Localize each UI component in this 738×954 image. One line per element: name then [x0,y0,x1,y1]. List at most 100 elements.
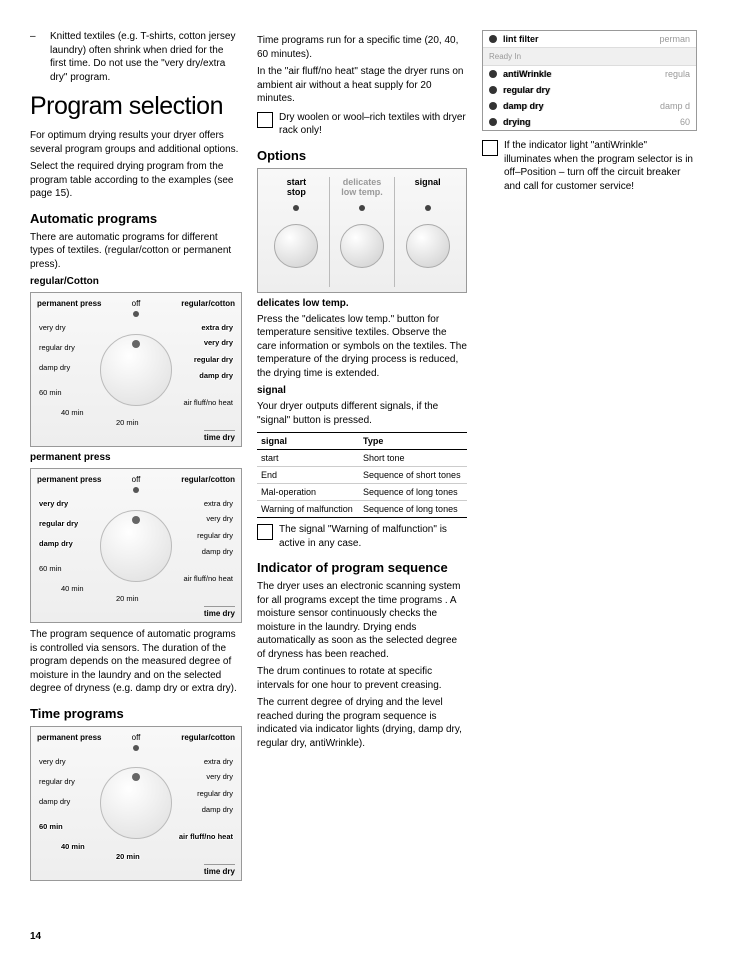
signal-control: signal [395,177,460,268]
start-stop-control: start stop [264,177,329,268]
lbl3-60: 60 min [39,822,63,831]
dial-indicator-dot [133,311,139,317]
dial-permanent-press: permanent press off regular/cotton very … [30,468,242,623]
dial-off-label2: off [132,475,141,484]
damp-label: damp d [660,101,690,111]
lbl3-airfluff: air fluff/no heat [179,832,233,841]
regula-label: regula [665,69,690,79]
led-dot-icon2 [489,70,497,78]
lbl-regulardry-l: regular dry [39,343,75,352]
indicator-p3: The current degree of drying and the lev… [257,696,467,750]
intro-p2: Select the required drying program from … [30,160,242,201]
lbl-40: 40 min [61,408,84,417]
start-label: start [287,177,307,187]
lbl3-regulardry-r: regular dry [197,789,233,798]
drying-label: drying [503,117,531,127]
time-p2: In the "air fluff/no heat" stage the dry… [257,65,467,106]
lint-filter-label: lint filter [503,34,539,44]
lbl-airfluff: air fluff/no heat [184,398,233,407]
dial-perm-label: permanent press [37,299,101,308]
lowtemp-label: low temp. [341,187,383,197]
dial-regular-cotton: permanent press off regular/cotton very … [30,292,242,447]
lbl-20: 20 min [116,418,139,427]
time-heading: Time programs [30,706,242,721]
dial-knob3 [100,767,172,839]
dial-off-label: off [132,299,141,308]
lbl2-airfluff: air fluff/no heat [184,574,233,583]
delicates-control: delicates low temp. [330,177,395,268]
lbl2-regulardry-r: regular dry [197,531,233,540]
dial-knob [100,334,172,406]
antiwrinkle-label: antiWrinkle [503,69,551,79]
dial-indicator-dot2 [133,487,139,493]
lbl-extradry-r: extra dry [201,323,233,332]
lbl2-regulardry-l: regular dry [39,519,78,528]
lbl3-verydry-l: very dry [39,757,66,766]
lbl3-extradry-r: extra dry [204,757,233,766]
time-p1: Time programs run for a specific time (2… [257,34,467,61]
intro-p1: For optimum drying results your dryer of… [30,129,242,156]
dial-perm-label2: permanent press [37,475,101,484]
led-icon3 [425,205,431,211]
antiwrinkle-note-text: If the indicator light "antiWrinkle" ill… [504,139,697,193]
lbl-60: 60 min [39,388,62,397]
indicator-panel: lint filter perman Ready In antiWrinkle … [482,30,697,131]
lbl3-regulardry-l: regular dry [39,777,75,786]
led-dot-icon4 [489,102,497,110]
lbl2-dampdry-l: damp dry [39,539,73,548]
signal-heading: signal [257,385,467,396]
perm-label: perman [659,34,690,44]
signal-text: Your dryer outputs different signals, if… [257,400,467,427]
lbl2-extradry-r: extra dry [204,499,233,508]
dial-off-label3: off [132,733,141,742]
dryer-rack-text: Dry woolen or wool–rich textiles with dr… [279,111,467,138]
dryer-rack-note: Dry woolen or wool–rich textiles with dr… [257,111,467,138]
th-type: Type [359,433,467,450]
antiwrinkle-note: If the indicator light "antiWrinkle" ill… [482,139,697,193]
indicator-heading: Indicator of program sequence [257,560,467,575]
timedry-label: time dry [204,430,235,442]
lbl-verydry-r: very dry [204,338,233,347]
signal-note-text: The signal "Warning of malfunction" is a… [279,523,467,550]
signal-table: signalType startShort tone EndSequence o… [257,432,467,518]
auto-after-text: The program sequence of automatic progra… [30,628,242,696]
checkbox-icon [257,112,273,128]
signal-label: signal [415,177,441,187]
table-row: startShort tone [257,450,467,467]
lbl-verydry-l: very dry [39,323,66,332]
led-icon [293,205,299,211]
start-stop-knob [274,224,318,268]
lbl2-verydry-r: very dry [206,514,233,523]
table-row: Warning of malfunctionSequence of long t… [257,501,467,518]
dash-icon: – [30,30,50,84]
delicates-text: Press the "delicates low temp." button f… [257,313,467,381]
led-dot-icon [489,35,497,43]
lbl3-20: 20 min [116,852,140,861]
lbl2-40: 40 min [61,584,84,593]
intro-bullet-text: Knitted textiles (e.g. T-shirts, cotton … [50,30,242,84]
signal-note: The signal "Warning of malfunction" is a… [257,523,467,550]
lbl3-40: 40 min [61,842,85,851]
lbl3-dampdry-r: damp dry [202,805,233,814]
page-title: Program selection [30,92,242,121]
checkbox-icon3 [482,140,498,156]
auto-heading: Automatic programs [30,211,242,226]
page-number: 14 [30,931,41,942]
led-dot-icon5 [489,118,497,126]
indicator-p1: The dryer uses an electronic scanning sy… [257,580,467,661]
delicates-heading: delicates low temp. [257,298,467,309]
ready-in-row: Ready In [483,47,696,66]
regulardry-label: regular dry [503,85,550,95]
dial-regcot-label3: regular/cotton [181,733,235,742]
table-row: EndSequence of short tones [257,467,467,484]
dial-knob2 [100,510,172,582]
options-heading: Options [257,148,467,163]
lbl-regulardry-r: regular dry [194,355,233,364]
dial-regcot-label: regular/cotton [181,299,235,308]
indicator-p2: The drum continues to rotate at specific… [257,665,467,692]
lbl-dampdry-r: damp dry [199,371,233,380]
dial-regcot-label2: regular/cotton [181,475,235,484]
options-panel: start stop delicates low temp. signal [257,168,467,293]
lbl2-verydry-l: very dry [39,499,68,508]
intro-bullet: – Knitted textiles (e.g. T-shirts, cotto… [30,30,242,84]
